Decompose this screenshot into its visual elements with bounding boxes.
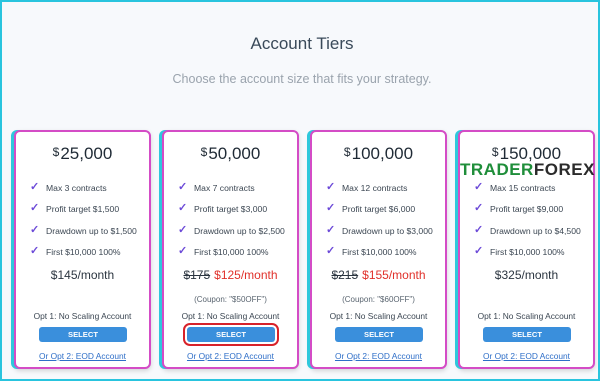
tier-amount: $100,000	[312, 144, 445, 164]
check-icon: ✓	[326, 181, 336, 193]
select-button-150000[interactable]: SELECT	[483, 327, 571, 342]
pricing-panel: Account Tiers Choose the account size th…	[0, 0, 600, 381]
feature-item: ✓ Profit target $6,000	[326, 202, 433, 224]
feature-text: First $10,000 100%	[46, 246, 121, 257]
tier-amount: $25,000	[16, 144, 149, 164]
feature-item: ✓ Profit target $1,500	[30, 202, 137, 224]
watermark-part-1: TRADER	[460, 160, 534, 179]
tier-amount-value: 25,000	[60, 144, 113, 163]
tier-card-25000: $25,000 ✓ Max 3 contracts ✓ Profit target …	[14, 130, 151, 369]
page-subtitle: Choose the account size that fits your s…	[172, 72, 432, 86]
monthly-price: $325/month	[460, 268, 593, 282]
feature-item: ✓ Max 3 contracts	[30, 181, 137, 203]
eod-account-link[interactable]: Or Opt 2: EOD Account	[312, 351, 445, 361]
monthly-price: $215 $155/month	[312, 268, 445, 282]
feature-item: ✓ Profit target $9,000	[474, 202, 581, 224]
check-icon: ✓	[178, 223, 188, 236]
feature-list: ✓ Max 7 contracts ✓ Profit target $3,000 ✓…	[178, 181, 285, 267]
eod-account-link[interactable]: Or Opt 2: EOD Account	[164, 351, 297, 361]
feature-text: Profit target $6,000	[342, 204, 416, 215]
feature-text: Profit target $9,000	[490, 204, 564, 215]
feature-text: First $10,000 100%	[490, 246, 565, 257]
feature-text: Drawdown up to $3,000	[342, 225, 433, 236]
tier-amount-value: 100,000	[351, 144, 414, 163]
discounted-price: $155/month	[362, 268, 426, 282]
check-icon: ✓	[474, 202, 484, 215]
check-icon: ✓	[326, 223, 336, 236]
coupon-code: (Coupon: "$60OFF")	[342, 295, 415, 304]
check-icon: ✓	[326, 202, 336, 215]
check-icon: ✓	[474, 181, 484, 193]
feature-item: ✓ Drawdown up to $2,500	[178, 223, 285, 246]
page-title: Account Tiers	[250, 34, 354, 53]
check-icon: ✓	[30, 202, 40, 215]
feature-text: Max 3 contracts	[46, 183, 107, 193]
monthly-price: $175 $125/month	[164, 268, 297, 282]
feature-item: ✓ Max 12 contracts	[326, 181, 433, 203]
option-1-label: Opt 1: No Scaling Account	[329, 311, 428, 321]
watermark-part-2: FOREX	[533, 160, 595, 179]
select-button-100000[interactable]: SELECT	[335, 327, 423, 342]
feature-item: ✓ Max 15 contracts	[474, 181, 581, 203]
tier-card-100000: $100,000 ✓ Max 12 contracts ✓ Profit targe…	[310, 130, 447, 369]
eod-account-link[interactable]: Or Opt 2: EOD Account	[460, 351, 593, 361]
feature-text: Max 7 contracts	[194, 183, 255, 193]
option-1-label: Opt 1: No Scaling Account	[181, 311, 280, 321]
discounted-price: $125/month	[214, 268, 278, 282]
option-1-label: Opt 1: No Scaling Account	[33, 311, 132, 321]
currency-symbol: $	[200, 145, 208, 159]
feature-text: Drawdown up to $2,500	[194, 225, 285, 236]
feature-item: ✓ First $10,000 100%	[474, 244, 581, 267]
price-value: $145/month	[50, 268, 115, 282]
feature-item: ✓ First $10,000 100%	[326, 244, 433, 267]
select-button-50000[interactable]: SELECT	[183, 323, 279, 346]
coupon-code: (Coupon: "$50OFF")	[194, 295, 267, 304]
feature-text: First $10,000 100%	[342, 246, 417, 257]
feature-text: Profit target $3,000	[194, 204, 268, 215]
feature-item: ✓ Drawdown up to $4,500	[474, 223, 581, 246]
feature-item: ✓ Max 7 contracts	[178, 181, 285, 203]
original-price: $175	[183, 268, 211, 282]
feature-list: ✓ Max 3 contracts ✓ Profit target $1,500 ✓…	[30, 181, 137, 267]
check-icon: ✓	[30, 181, 40, 193]
check-icon: ✓	[30, 223, 40, 236]
check-icon: ✓	[178, 181, 188, 193]
price-value: $325/month	[494, 268, 559, 282]
currency-symbol: $	[491, 145, 499, 159]
check-icon: ✓	[474, 244, 484, 257]
check-icon: ✓	[474, 223, 484, 236]
feature-text: First $10,000 100%	[194, 246, 269, 257]
feature-text: Profit target $1,500	[46, 204, 120, 215]
tier-amount: $50,000	[164, 144, 297, 164]
monthly-price: $145/month	[16, 268, 149, 282]
feature-text: Drawdown up to $1,500	[46, 225, 137, 236]
feature-item: ✓ First $10,000 100%	[178, 244, 285, 267]
feature-item: ✓ Drawdown up to $3,000	[326, 223, 433, 246]
select-button-25000[interactable]: SELECT	[39, 327, 127, 342]
check-icon: ✓	[178, 202, 188, 215]
tier-card-50000: $50,000 ✓ Max 7 contracts ✓ Profit target …	[162, 130, 299, 369]
feature-list: ✓ Max 12 contracts ✓ Profit target $6,000 …	[326, 181, 433, 267]
check-icon: ✓	[178, 244, 188, 257]
watermark-logo: TRADERFOREX	[460, 160, 595, 180]
feature-text: Max 12 contracts	[342, 183, 408, 193]
option-1-label: Opt 1: No Scaling Account	[477, 311, 576, 321]
feature-item: ✓ Drawdown up to $1,500	[30, 223, 137, 246]
feature-list: ✓ Max 15 contracts ✓ Profit target $9,000 …	[474, 181, 581, 267]
feature-text: Max 15 contracts	[490, 183, 556, 193]
eod-account-link[interactable]: Or Opt 2: EOD Account	[16, 351, 149, 361]
tier-amount-value: 50,000	[208, 144, 261, 163]
currency-symbol: $	[343, 145, 351, 159]
feature-item: ✓ Profit target $3,000	[178, 202, 285, 224]
original-price: $215	[331, 268, 359, 282]
currency-symbol: $	[52, 145, 60, 159]
feature-item: ✓ First $10,000 100%	[30, 244, 137, 267]
check-icon: ✓	[30, 244, 40, 257]
check-icon: ✓	[326, 244, 336, 257]
feature-text: Drawdown up to $4,500	[490, 225, 581, 236]
